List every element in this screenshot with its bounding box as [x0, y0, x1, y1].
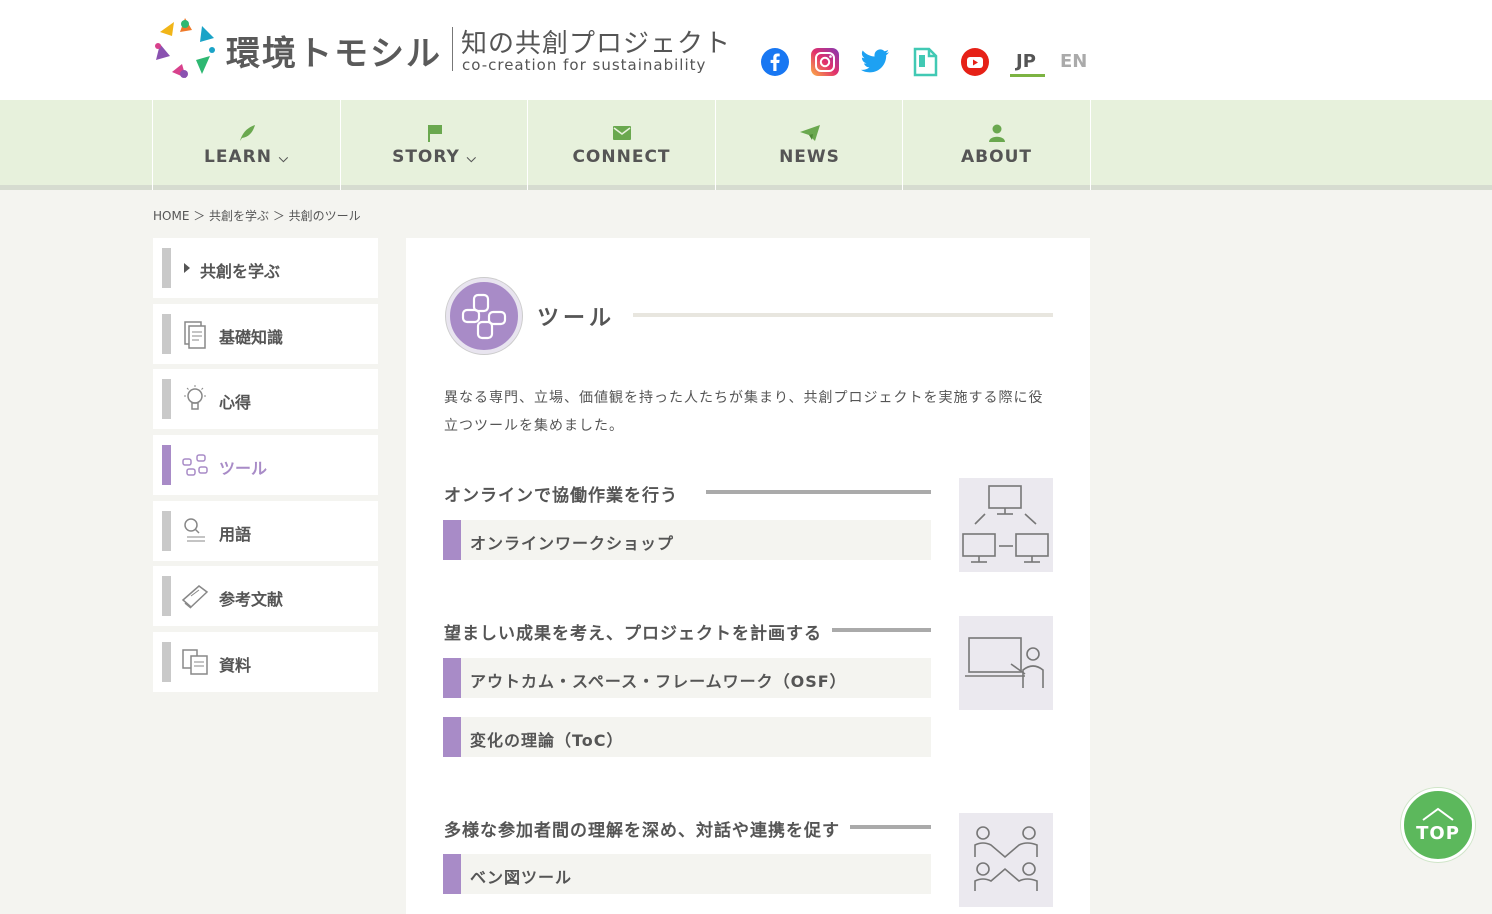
facebook-icon[interactable] [760, 47, 790, 77]
instagram-icon[interactable] [810, 47, 840, 77]
nav-news-label: NEWS [779, 147, 840, 167]
link-accent-bar [443, 520, 461, 560]
link-accent-bar [443, 717, 461, 757]
page-title: ツール [537, 306, 616, 331]
logo-mark-icon[interactable] [152, 16, 218, 82]
tools-badge [446, 278, 522, 354]
tool-link-label: 変化の理論（ToC） [470, 731, 624, 750]
sidebar-item-label: 共創を学ぶ [200, 262, 281, 281]
sidebar-item-label: 基礎知識 [219, 328, 284, 347]
nav-learn[interactable]: LEARN ⌵ [152, 100, 340, 190]
lang-en[interactable]: EN [1060, 51, 1087, 72]
sidebar-item-label: 心得 [219, 393, 252, 412]
sidebar-item-glossary[interactable]: 用語 [153, 501, 378, 561]
link-accent-bar [443, 658, 461, 698]
sidebar-item-references[interactable]: 参考文献 [153, 566, 378, 626]
sidebar-item-tools[interactable]: ツール [153, 435, 378, 495]
hands-icon [182, 454, 208, 476]
section-heading: 多様な参加者間の理解を深め、対話や連携を促す [444, 816, 850, 841]
people-handshake-icon [974, 826, 1038, 891]
computers-network-icon [962, 485, 1049, 563]
logo-tagline[interactable]: co-creation for sustainability [462, 56, 706, 74]
logo-subtitle[interactable]: 知の共創プロジェクト [461, 23, 731, 60]
tool-link[interactable]: 変化の理論（ToC） [443, 717, 931, 757]
planning-illustration [959, 616, 1053, 710]
lightbulb-icon [184, 385, 206, 410]
nav-connect[interactable]: CONNECT [527, 100, 715, 190]
sidebar-item-label: ツール [219, 459, 268, 478]
mail-icon [612, 126, 631, 140]
sidebar-bar [162, 248, 171, 288]
book-icon [181, 585, 209, 609]
sidebar-bar [162, 642, 171, 682]
main-nav: LEARN ⌵ STORY ⌵ CONNECT NEWS ABOUT [0, 100, 1492, 190]
section-rule [706, 490, 931, 494]
nav-connect-label: CONNECT [572, 147, 671, 167]
sidebar-item-mindset[interactable]: 心得 [153, 369, 378, 429]
back-to-top-button[interactable]: TOP [1401, 788, 1475, 862]
sidebar-item-materials[interactable]: 資料 [153, 632, 378, 692]
nav-story[interactable]: STORY ⌵ [340, 100, 528, 190]
tool-link[interactable]: オンラインワークショップ [443, 520, 931, 560]
magnifier-list-icon [184, 518, 205, 542]
chevron-up-icon [1422, 807, 1454, 821]
sidebar-bar [162, 379, 171, 419]
breadcrumb[interactable]: HOME ＞ 共創を学ぶ ＞ 共創のツール [153, 207, 361, 224]
sidebar-item-label: 資料 [219, 656, 252, 675]
hands-icon [461, 293, 507, 340]
tool-link-label: アウトカム・スペース・フレームワーク（OSF） [470, 672, 847, 691]
section-heading: オンラインで協働作業を行う [444, 481, 688, 506]
logo-name[interactable]: 環境トモシル [226, 26, 442, 75]
lang-active-underline [1010, 74, 1045, 77]
tool-link-label: ベン図ツール [470, 868, 573, 887]
title-rule [633, 313, 1053, 317]
logo-separator [452, 27, 453, 71]
sidebar-bar [162, 314, 171, 354]
sidebar-item-label: 参考文献 [219, 590, 284, 609]
person-icon [988, 124, 1005, 142]
nav-about[interactable]: ABOUT [902, 100, 1090, 190]
tool-link-label: オンラインワークショップ [470, 534, 675, 553]
nav-learn-label: LEARN [204, 147, 272, 167]
nav-news[interactable]: NEWS [715, 100, 903, 190]
caret-right-icon [184, 263, 190, 273]
twitter-icon[interactable] [860, 47, 890, 77]
nav-story-label: STORY [392, 147, 460, 167]
site-header: 環境トモシル 知の共創プロジェクト co-creation for sustai… [0, 0, 1492, 100]
sidebar-bar [162, 511, 171, 551]
section-heading: 望ましい成果を考え、プロジェクトを計画する [444, 619, 832, 644]
dialogue-illustration [959, 813, 1053, 907]
sidebar-bar [162, 576, 171, 616]
flag-icon [427, 125, 442, 142]
leaf-icon [239, 125, 255, 141]
files-icon [182, 649, 208, 675]
intro-text: 異なる専門、立場、価値観を持った人たちが集まり、共創プロジェクトを実施する際に役… [444, 390, 1044, 434]
back-to-top-label: TOP [1416, 822, 1460, 844]
youtube-icon[interactable] [960, 47, 990, 77]
paper-plane-icon [799, 125, 820, 141]
online-collaboration-illustration [959, 478, 1053, 572]
nav-divider [1090, 100, 1091, 190]
sidebar-item-basics[interactable]: 基礎知識 [153, 304, 378, 364]
nav-about-label: ABOUT [961, 147, 1032, 167]
presenter-board-icon [965, 637, 1044, 688]
link-accent-bar [443, 854, 461, 894]
sidebar-item-learn[interactable]: 共創を学ぶ [153, 238, 378, 298]
tool-link[interactable]: ベン図ツール [443, 854, 931, 894]
note-icon[interactable] [910, 47, 940, 77]
sidebar-bar [162, 445, 171, 485]
tool-link[interactable]: アウトカム・スペース・フレームワーク（OSF） [443, 658, 931, 698]
sidebar-item-label: 用語 [219, 525, 252, 544]
chevron-down-icon: ⌵ [278, 151, 289, 165]
main-content: ツール 異なる専門、立場、価値観を持った人たちが集まり、共創プロジェクトを実施す… [406, 238, 1090, 914]
chevron-down-icon: ⌵ [466, 151, 477, 165]
lang-jp[interactable]: JP [1016, 51, 1036, 72]
document-icon [184, 321, 206, 349]
